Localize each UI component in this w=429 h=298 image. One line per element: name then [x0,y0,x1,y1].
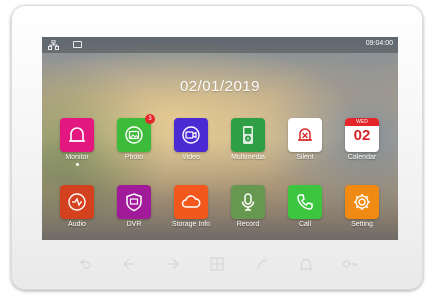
app-call[interactable]: Call [280,185,330,228]
app-label: Audio [68,221,86,228]
phone-icon [297,194,313,210]
app-calendar[interactable]: WED 02 Calendar [337,118,387,161]
home-date: 02/01/2019 [179,78,261,95]
shield-icon [126,193,142,212]
left-key[interactable] [121,256,137,272]
app-label: Video [182,154,200,161]
app-label: Calendar [347,154,377,161]
app-label: Storage Info [171,221,211,228]
app-setting[interactable]: Setting [337,185,387,228]
clock: 09:04:00 [365,40,393,47]
app-label: DVR [126,221,142,228]
app-label: Multimedia [231,154,265,161]
silent-tile[interactable] [288,118,322,152]
notification-badge: 3 [145,114,155,124]
app-video[interactable]: Video [166,118,216,161]
message-icon [73,41,82,48]
bell-icon [69,127,85,142]
app-label: Record [236,221,260,228]
cloud-icon [181,195,201,208]
app-label: Photo [124,154,144,161]
handset-key[interactable] [254,256,270,272]
app-monitor[interactable]: Monitor [52,118,102,161]
silent-bell-icon [298,128,312,141]
app-audio[interactable]: Audio [52,185,102,228]
arrow-left-icon [123,258,134,270]
right-key[interactable] [165,256,181,272]
bell-outline-icon [300,258,312,270]
setting-tile[interactable] [345,185,379,219]
app-silent[interactable]: Silent [280,118,330,161]
app-label: Setting [351,221,373,228]
touch-key-bar [0,256,429,274]
app-record[interactable]: Record [223,185,273,228]
storage-info-tile[interactable] [174,185,208,219]
bell-key[interactable] [298,256,314,272]
back-key[interactable] [77,256,93,272]
microphone-icon [241,193,255,211]
call-tile[interactable] [288,185,322,219]
video-icon [182,126,200,144]
key-icon [342,260,357,268]
handset-icon [256,258,268,270]
arrow-right-icon [168,258,179,270]
calendar-weekday: WED [345,118,379,126]
calendar-tile[interactable]: WED 02 [345,118,379,152]
app-dvr[interactable]: DVR [109,185,159,228]
multimedia-tile[interactable] [231,118,265,152]
audio-tile[interactable] [60,185,94,219]
app-storage-info[interactable]: Storage Info [166,185,216,228]
gear-icon [354,194,370,210]
page-indicator-dot [76,163,79,166]
back-icon [80,258,91,269]
record-tile[interactable] [231,185,265,219]
app-multimedia[interactable]: Multimedia [223,118,273,161]
status-bar: 09:04:00 [42,37,398,53]
photo-tile[interactable]: 3 [117,114,155,152]
menu-key[interactable] [209,256,225,272]
app-label: Call [298,221,312,228]
app-label: Monitor [65,154,89,161]
touch-screen[interactable]: 09:04:00 02/01/2019 Monitor 3 Photo Vide… [42,37,398,240]
app-photo[interactable]: 3 Photo [109,114,159,161]
monitor-tile[interactable] [60,118,94,152]
photo-icon [125,126,143,144]
audio-icon [68,193,86,211]
calendar-day: 02 [353,127,371,144]
ipod-icon [243,126,253,144]
grid-icon [210,257,224,271]
video-tile[interactable] [174,118,208,152]
unlock-key[interactable] [342,256,358,272]
app-label: Silent [296,154,314,161]
network-icon [48,40,59,50]
dvr-tile[interactable] [117,185,151,219]
